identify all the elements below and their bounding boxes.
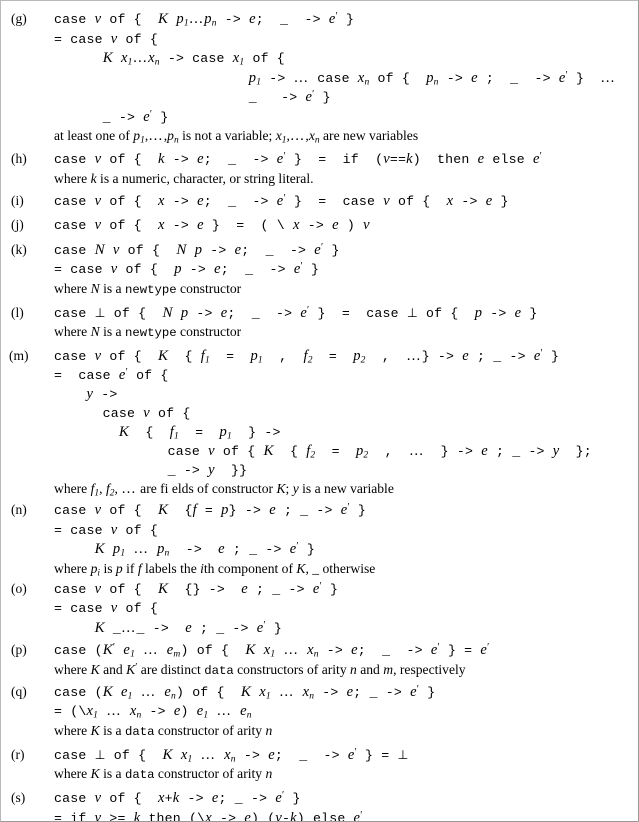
rule-g-line-1: case v of { K p1…pn -> e; _ -> e′ } xyxy=(54,10,355,29)
rule-label-m: (m) xyxy=(9,348,29,363)
rule-p-where: where K and K′ are distinct data constru… xyxy=(54,661,466,678)
rule-m-where: where f1, f2, … are fi elds of construct… xyxy=(54,481,394,499)
document-page: (g) case v of { K p1…pn -> e; _ -> e′ } … xyxy=(0,0,639,822)
rule-j-line-1: case v of { x -> e } = ( \ x -> e ) v xyxy=(54,217,370,233)
rule-r-line-1: case ⊥ of { K x1 … xn -> e; _ -> e′ } = … xyxy=(54,746,409,764)
rule-g: (g) case v of { K p1…pn -> e; _ -> e′ } … xyxy=(7,10,632,145)
rule-label-o: (o) xyxy=(11,580,27,596)
rule-m-line-4: case v of { xyxy=(54,405,191,421)
rule-g-line-4: p1 -> … case xn of { pn -> e ; _ -> e′ }… xyxy=(248,69,616,87)
rule-i: (i) case v of { x -> e; _ -> e′ } = case… xyxy=(7,192,632,212)
rule-o: (o) case v of { K {} -> e ; _ -> e′ } = … xyxy=(7,580,632,639)
rule-i-line-1: case v of { x -> e; _ -> e′ } = case v o… xyxy=(54,192,509,209)
rule-h: (h) case v of { k -> e; _ -> e′ } = if (… xyxy=(7,150,632,187)
rule-q-where: where K is a data constructor of arity n xyxy=(54,722,273,739)
rule-m: (m) case v of { K { f1 = p1 , f2 = p2 , … xyxy=(7,347,632,498)
rule-m-line-3: y -> xyxy=(86,386,118,402)
rule-m-line-2: = case e′ of { xyxy=(54,366,169,383)
rule-k-where: where N is a newtype constructor xyxy=(54,280,242,297)
rule-m-line-5: K { f1 = p1 } -> xyxy=(118,424,281,442)
rules-list: (g) case v of { K p1…pn -> e; _ -> e′ } … xyxy=(1,1,638,822)
rule-s-line-1: case v of { x+k -> e; _ -> e′ } xyxy=(54,789,301,806)
rule-r: (r) case ⊥ of { K x1 … xn -> e; _ -> e′ … xyxy=(7,746,632,785)
rule-j: (j) case v of { x -> e } = ( \ x -> e ) … xyxy=(7,216,632,236)
rule-h-where: where k is a numeric, character, or stri… xyxy=(54,170,314,186)
rule-label-i: (i) xyxy=(11,192,24,208)
rule-q-line-1: case (K e1 … en) of { K x1 … xn -> e; _ … xyxy=(54,683,436,701)
rule-o-line-1: case v of { K {} -> e ; _ -> e′ } xyxy=(54,580,339,597)
rule-label-g: (g) xyxy=(11,11,27,26)
rule-label-l: (l) xyxy=(11,304,24,320)
rule-g-where: at least one of p1,…,pn is not a variabl… xyxy=(54,128,419,146)
rule-h-line-1: case v of { k -> e; _ -> e′ } = if (v==k… xyxy=(54,150,542,167)
rule-n-line-3: K p1 … pn -> e ; _ -> e′ } xyxy=(94,540,315,559)
rule-n-line-1: case v of { K {f = p} -> e ; _ -> e′ } xyxy=(54,501,367,518)
rule-n: (n) case v of { K {f = p} -> e ; _ -> e′… xyxy=(7,501,632,578)
rule-r-where: where K is a data constructor of arity n xyxy=(54,766,273,782)
rule-g-line-3: K x1…xn -> case x1 of { xyxy=(102,50,285,68)
rule-label-k: (k) xyxy=(11,241,27,257)
rule-label-j: (j) xyxy=(11,217,24,232)
rule-p: (p) case (K′ e1 … em) of { K x1 … xn -> … xyxy=(7,641,632,680)
rule-l: (l) case ⊥ of { N p -> e; _ -> e′ } = ca… xyxy=(7,304,632,343)
rule-g-line-5: _ -> e′ } xyxy=(54,88,331,105)
rule-k-line-2: = case v of { p -> e; _ -> e′ } xyxy=(54,260,320,277)
rule-l-where: where N is a newtype constructor xyxy=(54,324,242,340)
rule-l-line-1: case ⊥ of { N p -> e; _ -> e′ } = case ⊥… xyxy=(54,304,538,321)
rule-s-line-2: = if v >= k then (\x -> e) (v-k) else e′ xyxy=(54,809,363,822)
rule-label-h: (h) xyxy=(11,151,27,166)
rule-k: (k) case N v of { N p -> e; _ -> e′ } = … xyxy=(7,241,632,299)
rule-n-where: where pi is p if f labels the ith compon… xyxy=(54,560,376,578)
rule-label-n: (n) xyxy=(11,502,27,517)
rule-m-line-1: case v of { K { f1 = p1 , f2 = p2 , …} -… xyxy=(54,347,560,366)
rule-g-line-6: _ -> e′ } xyxy=(54,108,169,125)
rule-label-p: (p) xyxy=(11,642,27,657)
rule-k-line-1: case N v of { N p -> e; _ -> e′ } xyxy=(54,241,340,258)
rule-label-s: (s) xyxy=(11,790,26,805)
rule-m-line-7: _ -> y }} xyxy=(54,462,248,478)
rule-q-line-2: = (\x1 … xn -> e) e1 … en xyxy=(54,703,252,721)
rule-q: (q) case (K e1 … en) of { K x1 … xn -> e… xyxy=(7,683,632,741)
rule-m-line-6: case v of { K { f2 = p2 , … } -> e ; _ -… xyxy=(54,443,592,461)
rule-label-r: (r) xyxy=(11,746,25,762)
rule-p-line-1: case (K′ e1 … em) of { K x1 … xn -> e; _… xyxy=(54,641,490,660)
rule-n-line-2: = case v of { xyxy=(54,521,159,538)
rule-o-line-3: K _…_ -> e ; _ -> e′ } xyxy=(94,619,283,636)
rule-label-q: (q) xyxy=(11,683,27,699)
rule-o-line-2: = case v of { xyxy=(54,600,159,616)
rule-g-line-2: = case v of { xyxy=(54,30,159,47)
rule-s: (s) case v of { x+k -> e; _ -> e′ } = if… xyxy=(7,789,632,822)
